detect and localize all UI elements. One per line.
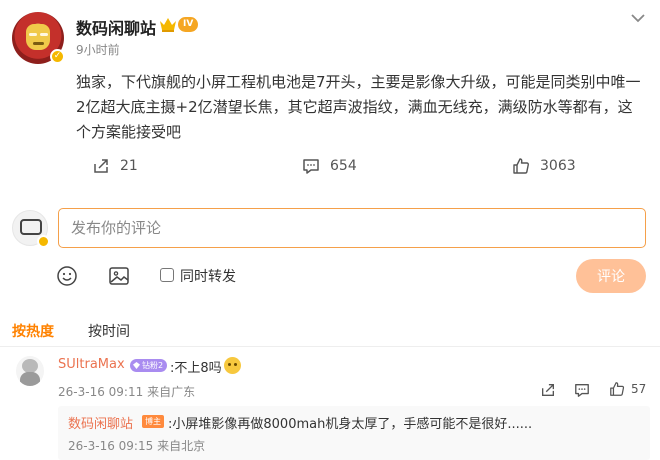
like-icon xyxy=(610,382,625,396)
commenter-avatar[interactable] xyxy=(16,356,44,386)
fan-badge-label: 钻粉2 xyxy=(142,361,164,370)
comment-icon xyxy=(303,159,319,174)
like-icon xyxy=(513,158,529,174)
comment-date: 26-3-16 09:11 xyxy=(58,385,144,399)
comment-reply-icon[interactable] xyxy=(574,382,590,398)
emoji-sticker-icon xyxy=(224,357,241,374)
repost-checkbox-label[interactable]: 同时转发 xyxy=(180,266,236,286)
post-body: 独家，下代旗舰的小屏工程机电池是7开头，主要是影像大升级，可能是同类别中唯一2亿… xyxy=(76,73,641,141)
author-badge: 博主 xyxy=(142,415,164,428)
comment-text: :不上8吗 xyxy=(170,361,222,376)
comment-count: 654 xyxy=(330,158,357,174)
reply-text: :小屏堆影像再做8000mah机身太厚了，手感可能不是很好...... xyxy=(168,417,533,432)
chevron-down-icon[interactable] xyxy=(630,12,646,24)
comment-location: 来自广东 xyxy=(147,385,196,399)
post-time[interactable]: 9小时前 xyxy=(76,41,120,58)
my-verified-badge xyxy=(37,235,50,248)
comment-input[interactable] xyxy=(58,208,646,248)
fan-badge[interactable]: 钻粉2 xyxy=(130,359,168,372)
comment-like-button[interactable]: 57 xyxy=(609,381,646,397)
comment-repost-icon[interactable] xyxy=(540,382,556,398)
reply-location: 来自北京 xyxy=(157,439,206,453)
verified-badge: ✓ xyxy=(50,49,65,64)
reply-author-name[interactable]: 数码闲聊站 xyxy=(68,413,133,432)
reply-date: 26-3-16 09:15 xyxy=(68,439,154,453)
divider xyxy=(0,346,660,347)
comment-like-count: 57 xyxy=(631,382,647,396)
comment-button[interactable]: 654 xyxy=(302,156,357,176)
author-name[interactable]: 数码闲聊站 xyxy=(76,15,156,39)
repost-checkbox[interactable] xyxy=(160,268,174,282)
image-icon[interactable] xyxy=(108,265,130,287)
tab-sort-time[interactable]: 按时间 xyxy=(88,321,130,341)
reply-meta: 26-3-16 09:15 来自北京 xyxy=(68,437,205,454)
like-count: 3063 xyxy=(540,158,576,174)
emoji-icon[interactable] xyxy=(56,265,78,287)
commenter-name[interactable]: SUltraMax xyxy=(58,357,125,372)
submit-comment-button[interactable]: 评论 xyxy=(576,259,646,293)
comment-meta: 26-3-16 09:11 来自广东 xyxy=(58,383,195,400)
repost-button[interactable]: 21 xyxy=(92,156,138,176)
level-badge[interactable]: IV xyxy=(178,17,199,32)
repost-count: 21 xyxy=(120,158,138,174)
like-button[interactable]: 3063 xyxy=(512,156,576,176)
repost-icon xyxy=(94,159,108,173)
crown-icon xyxy=(160,18,176,32)
diamond-icon xyxy=(133,362,140,369)
tab-sort-hot[interactable]: 按热度 xyxy=(12,321,54,341)
